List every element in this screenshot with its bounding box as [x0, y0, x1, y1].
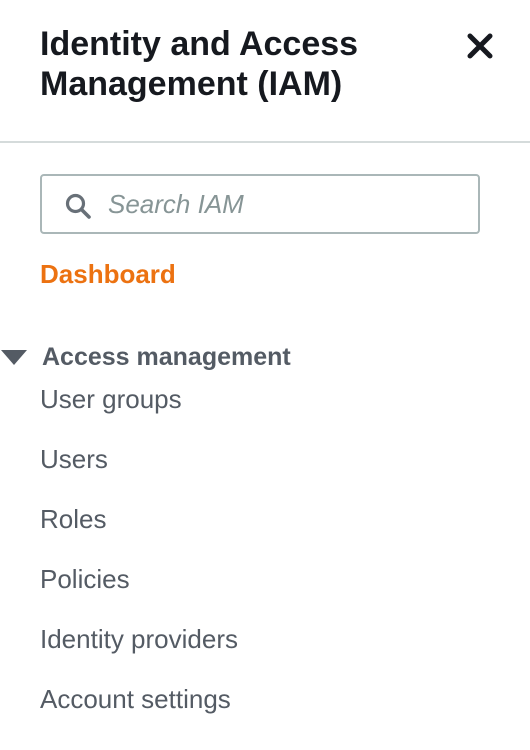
panel-header: Identity and Access Management (IAM) — [0, 0, 530, 143]
nav-item-user-groups[interactable]: User groups — [40, 380, 238, 440]
caret-down-icon — [1, 350, 27, 365]
close-button[interactable] — [462, 28, 498, 64]
nav-item-roles[interactable]: Roles — [40, 500, 238, 560]
search-icon — [65, 193, 91, 219]
search-box[interactable] — [40, 174, 480, 234]
nav-item-account-settings[interactable]: Account settings — [40, 680, 238, 740]
nav-item-policies[interactable]: Policies — [40, 560, 238, 620]
iam-navigation-panel: Identity and Access Management (IAM) Das… — [0, 0, 530, 750]
nav-item-users[interactable]: Users — [40, 440, 238, 500]
nav-item-identity-providers[interactable]: Identity providers — [40, 620, 238, 680]
access-management-section-toggle[interactable]: Access management — [0, 340, 291, 374]
search-input[interactable] — [108, 176, 468, 232]
panel-title: Identity and Access Management (IAM) — [40, 25, 359, 103]
section-title: Access management — [42, 343, 291, 371]
nav-dashboard-link[interactable]: Dashboard — [40, 258, 176, 290]
close-icon — [467, 33, 493, 59]
access-management-nav-list: User groups Users Roles Policies Identit… — [40, 380, 238, 740]
